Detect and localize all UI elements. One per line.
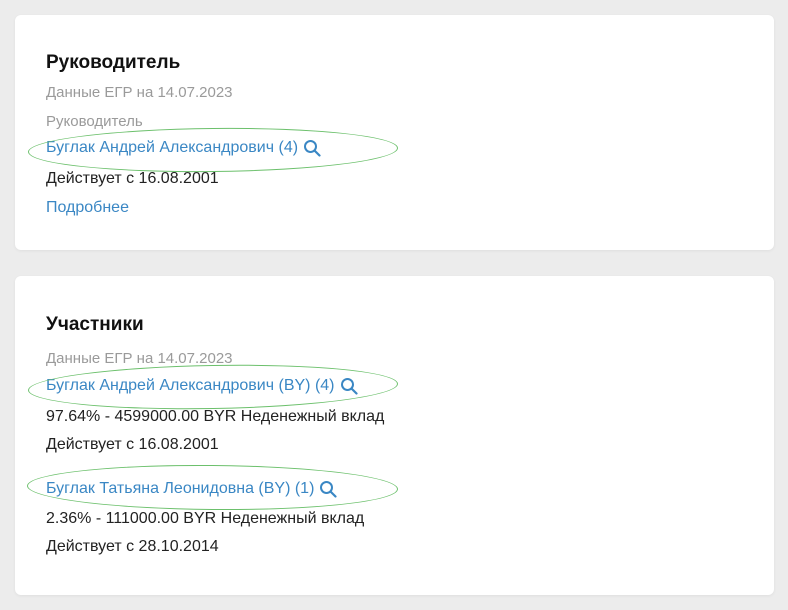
- participants-source: Данные ЕГР на 14.07.2023: [46, 350, 233, 367]
- director-name-link[interactable]: Буглак Андрей Александрович (4): [46, 139, 298, 157]
- director-card: Руководитель Данные ЕГР на 14.07.2023 Ру…: [15, 15, 774, 250]
- participant-name-link[interactable]: Буглак Татьяна Леонидовна (BY) (1): [46, 480, 314, 498]
- participant-name-row: Буглак Татьяна Леонидовна (BY) (1): [46, 480, 338, 498]
- director-role: Руководитель: [46, 113, 143, 130]
- participants-title: Участники: [46, 314, 144, 335]
- search-icon[interactable]: [319, 480, 338, 498]
- director-name-row: Буглак Андрей Александрович (4): [46, 139, 321, 157]
- participant-name-link[interactable]: Буглак Андрей Александрович (BY) (4): [46, 377, 335, 395]
- participant-share: 97.64% - 4599000.00 BYR Неденежный вклад: [46, 408, 385, 425]
- participant-share: 2.36% - 111000.00 BYR Неденежный вклад: [46, 510, 365, 527]
- participant-name-row: Буглак Андрей Александрович (BY) (4): [46, 377, 358, 395]
- search-icon[interactable]: [303, 139, 321, 157]
- participants-card: Участники Данные ЕГР на 14.07.2023 Бугла…: [15, 276, 774, 595]
- participant-since: Действует с 16.08.2001: [46, 436, 219, 453]
- search-icon[interactable]: [340, 377, 358, 395]
- director-more-link[interactable]: Подробнее: [46, 199, 129, 217]
- participant-since: Действует с 28.10.2014: [46, 538, 219, 555]
- director-source: Данные ЕГР на 14.07.2023: [46, 84, 233, 101]
- director-title: Руководитель: [46, 52, 181, 73]
- director-since: Действует с 16.08.2001: [46, 170, 219, 187]
